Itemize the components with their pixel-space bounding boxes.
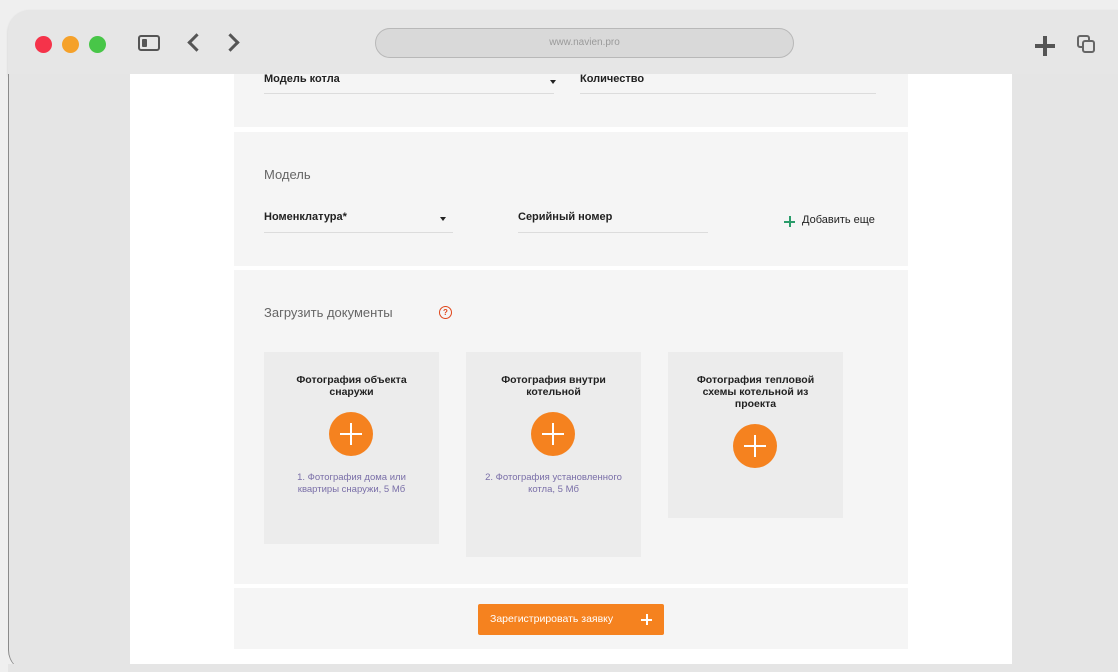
page-background-left xyxy=(8,74,130,672)
chevron-down-icon[interactable] xyxy=(550,80,556,84)
submit-request-button[interactable]: Зарегистрировать заявку xyxy=(478,604,664,635)
upload-card-boiler-room[interactable]: Фотография внутри котельной 2. Фотографи… xyxy=(466,352,641,557)
plus-icon[interactable] xyxy=(784,216,795,227)
card-title: Фотография внутри котельной xyxy=(501,374,606,398)
help-icon[interactable]: ? xyxy=(439,306,452,319)
chevron-down-icon[interactable] xyxy=(440,217,446,221)
upload-plus-button[interactable] xyxy=(733,424,777,468)
nomenclature-select[interactable]: Номенклатура* xyxy=(264,211,347,223)
card-hint: 1. Фотография дома или квартиры снаружи,… xyxy=(297,472,406,495)
quantity-field[interactable]: Количество xyxy=(580,74,644,85)
new-tab-icon[interactable] xyxy=(1035,36,1055,56)
upload-plus-button[interactable] xyxy=(531,412,575,456)
browser-window: www.navien.pro Модель котла Количество М… xyxy=(0,0,1118,672)
field-underline xyxy=(264,93,554,94)
plus-icon xyxy=(641,614,652,625)
tab-overview-icon[interactable] xyxy=(1077,35,1097,55)
page-background-bottom xyxy=(8,664,1118,672)
model-section: Модель Номенклатура* Серийный номер Доба… xyxy=(234,132,908,266)
field-underline xyxy=(264,232,453,233)
documents-section: Загрузить документы ? Фотография объекта… xyxy=(234,270,908,584)
boiler-model-section: Модель котла Количество xyxy=(234,74,908,127)
upload-plus-button[interactable] xyxy=(329,412,373,456)
upload-card-exterior[interactable]: Фотография объекта снаружи 1. Фотография… xyxy=(264,352,439,544)
section-title: Загрузить документы xyxy=(264,305,393,320)
card-hint: 2. Фотография установленного котла, 5 Мб xyxy=(485,472,622,495)
sidebar-toggle-icon[interactable] xyxy=(138,35,160,51)
serial-number-field[interactable]: Серийный номер xyxy=(518,211,612,223)
zoom-window-button[interactable] xyxy=(89,36,106,53)
submit-label: Зарегистрировать заявку xyxy=(490,613,614,625)
card-title: Фотография тепловой схемы котельной из п… xyxy=(696,374,815,410)
section-title: Модель xyxy=(264,167,311,182)
web-page: Модель котла Количество Модель Номенклат… xyxy=(130,74,1012,664)
minimize-window-button[interactable] xyxy=(62,36,79,53)
close-window-button[interactable] xyxy=(35,36,52,53)
add-more-button[interactable]: Добавить еще xyxy=(802,214,875,226)
boiler-model-select[interactable]: Модель котла xyxy=(264,74,340,85)
upload-card-heat-scheme[interactable]: Фотография тепловой схемы котельной из п… xyxy=(668,352,843,518)
address-bar[interactable]: www.navien.pro xyxy=(375,28,794,58)
field-underline xyxy=(580,93,876,94)
card-title: Фотография объекта снаружи xyxy=(296,374,407,398)
page-background-right xyxy=(1012,74,1118,672)
field-underline xyxy=(518,232,708,233)
